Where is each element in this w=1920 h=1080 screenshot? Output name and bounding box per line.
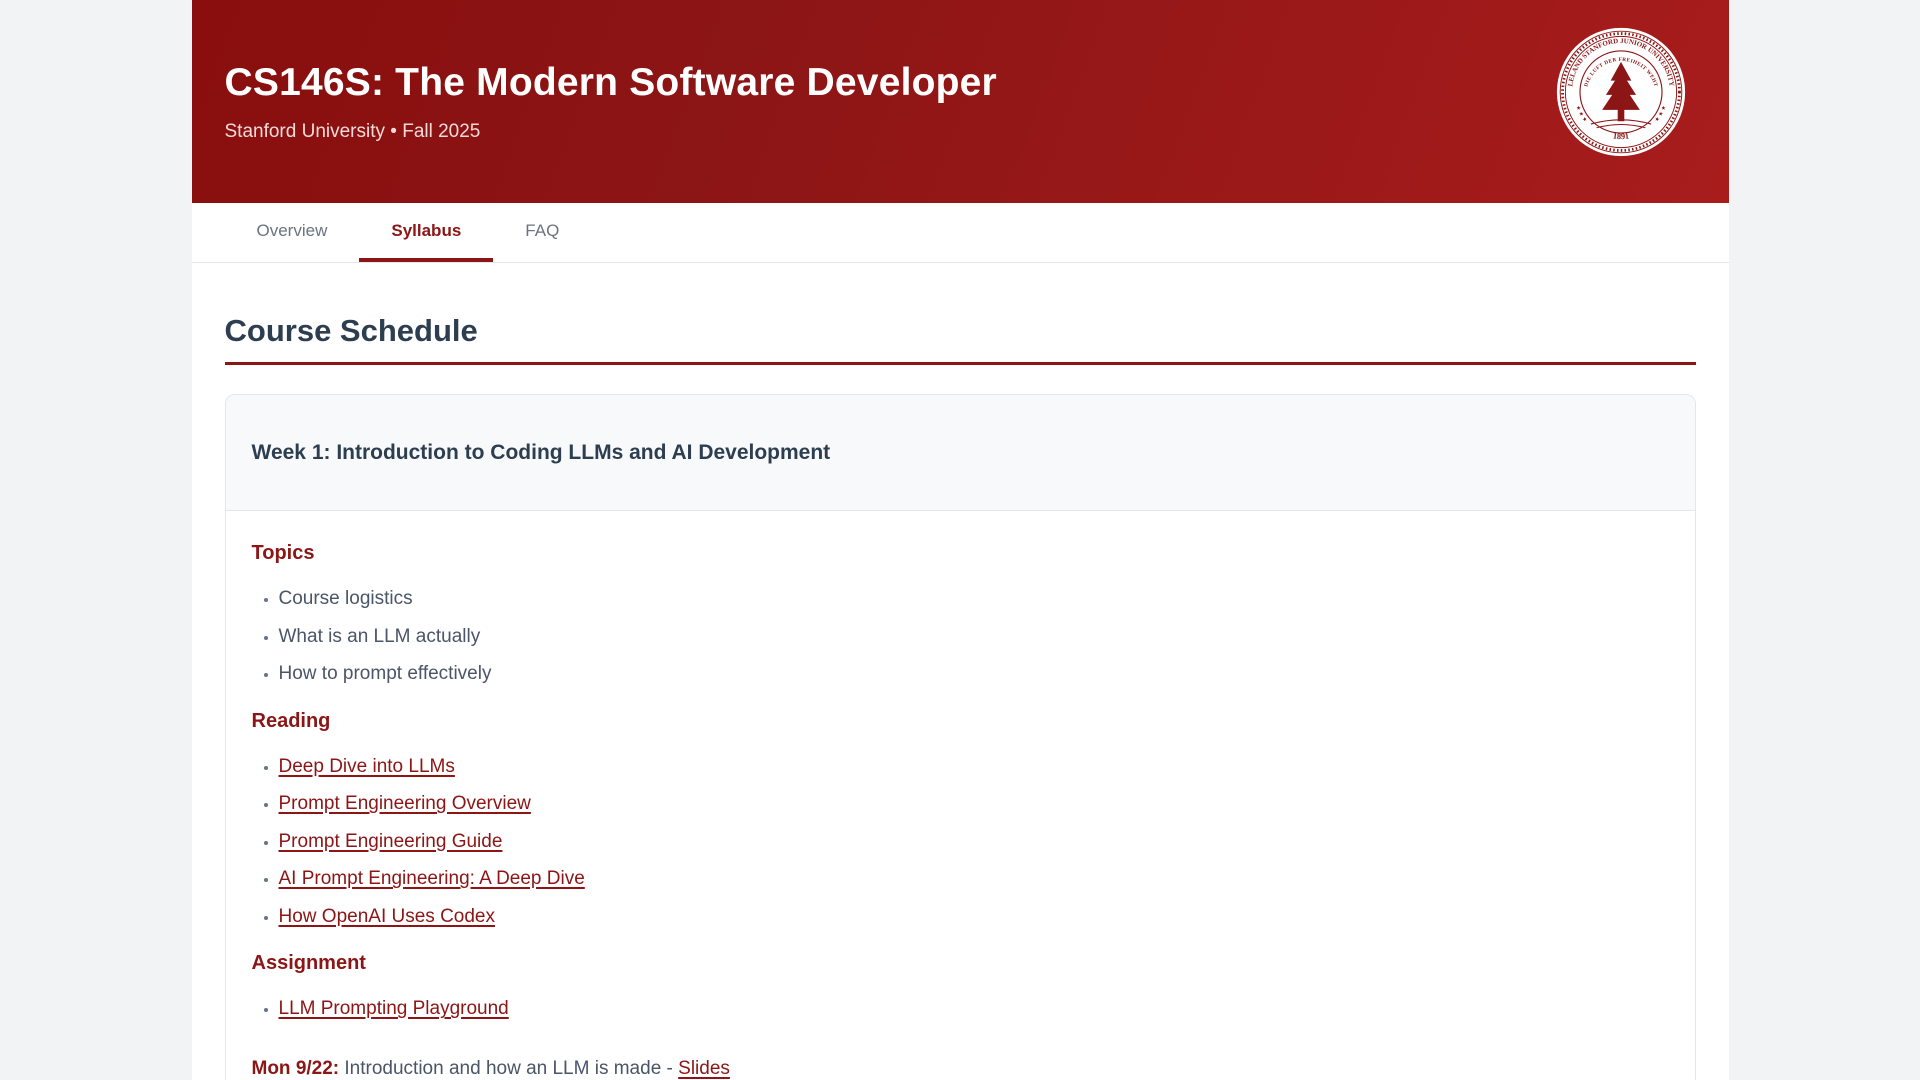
assignment-list: LLM Prompting Playground (252, 995, 1669, 1023)
stanford-seal-icon: LELAND STANFORD JUNIOR UNIVERSITY DIE LU… (1555, 26, 1687, 158)
section-heading-assignment: Assignment (252, 952, 1669, 975)
list-item: Course logistics (279, 585, 1669, 613)
list-item: LLM Prompting Playground (279, 995, 1669, 1023)
list-item: How to prompt effectively (279, 660, 1669, 688)
tab-overview[interactable]: Overview (225, 203, 360, 262)
svg-text:1891: 1891 (1612, 130, 1629, 141)
schedule-text: Introduction and how an LLM is made - (339, 1058, 678, 1079)
reading-link[interactable]: How OpenAI Uses Codex (279, 906, 496, 927)
reading-link[interactable]: Prompt Engineering Overview (279, 793, 531, 814)
topics-list: Course logistics What is an LLM actually H… (252, 585, 1669, 688)
section-heading-topics: Topics (252, 542, 1669, 565)
tab-bar: OverviewSyllabusFAQ (192, 203, 1729, 263)
week-card-header: Week 1: Introduction to Coding LLMs and … (226, 395, 1695, 511)
reading-link[interactable]: Deep Dive into LLMs (279, 756, 455, 777)
list-item: Deep Dive into LLMs (279, 753, 1669, 781)
list-item: Prompt Engineering Guide (279, 828, 1669, 856)
list-item: How OpenAI Uses Codex (279, 903, 1669, 931)
reading-link[interactable]: AI Prompt Engineering: A Deep Dive (279, 868, 585, 889)
page-container: CS146S: The Modern Software Developer St… (192, 0, 1729, 1080)
week-title: Week 1: Introduction to Coding LLMs and … (252, 441, 831, 465)
slides-link[interactable]: Slides (678, 1058, 730, 1079)
tab-faq[interactable]: FAQ (493, 203, 591, 262)
tab-syllabus[interactable]: Syllabus (359, 203, 493, 262)
week-card: Week 1: Introduction to Coding LLMs and … (225, 394, 1696, 1080)
section-heading-reading: Reading (252, 710, 1669, 733)
week-card-body: Topics Course logistics What is an LLM act… (226, 511, 1695, 1080)
course-header: CS146S: The Modern Software Developer St… (192, 0, 1729, 203)
main-content: Course Schedule Week 1: Introduction to … (192, 263, 1729, 1080)
page-title: Course Schedule (225, 313, 1696, 365)
reading-link[interactable]: Prompt Engineering Guide (279, 831, 503, 852)
reading-list: Deep Dive into LLMs Prompt Engineering Ov… (252, 753, 1669, 931)
list-item: What is an LLM actually (279, 623, 1669, 651)
list-item: AI Prompt Engineering: A Deep Dive (279, 865, 1669, 893)
course-title: CS146S: The Modern Software Developer (225, 61, 1696, 105)
card-sections: Topics Course logistics What is an LLM act… (252, 542, 1669, 1023)
schedule-line: Mon 9/22: Introduction and how an LLM is… (252, 1055, 1669, 1080)
list-item: Prompt Engineering Overview (279, 790, 1669, 818)
course-subtitle: Stanford University • Fall 2025 (225, 121, 1696, 143)
reading-link[interactable]: LLM Prompting Playground (279, 998, 509, 1019)
schedule-date: Mon 9/22: (252, 1058, 340, 1079)
